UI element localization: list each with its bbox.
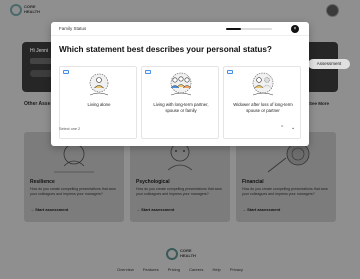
card-title: Financial [242, 179, 264, 185]
progress-bar [226, 28, 272, 30]
footer-logo-text: CORE HEALTH [180, 248, 196, 258]
select-count: 2 [78, 127, 81, 131]
card-description: How do you create compelling presentatio… [136, 187, 222, 196]
footer-link-careers[interactable]: Careers [189, 267, 203, 272]
footer-logo[interactable]: CORE HEALTH [166, 248, 196, 262]
start-assessment-button[interactable]: → Start assessment [136, 207, 174, 212]
family-status-modal: Family Status × Which statement best des… [51, 22, 309, 146]
card-description: How do you create compelling presentatio… [30, 187, 116, 196]
top-bar: CORE HEALTH [0, 0, 360, 22]
footer-link-privacy[interactable]: Privacy [230, 267, 243, 272]
option-label: Living with long-term partner, spouse or… [153, 102, 209, 113]
close-button[interactable]: × [291, 25, 299, 33]
option-widower[interactable]: Widower after loss of long-term spouse o… [223, 66, 301, 139]
footer-link-help[interactable]: Help [212, 267, 220, 272]
close-icon: × [293, 26, 297, 32]
app-logo[interactable]: CORE HEALTH [10, 4, 44, 18]
card-description: How do you create compelling presentatio… [242, 187, 328, 196]
option-label: Living alone [87, 102, 111, 107]
card-title: Resilience [30, 179, 55, 185]
device-frame: CORE HEALTH Hi Jenni Assessment Other As… [0, 0, 360, 279]
footer-link-features[interactable]: Features [143, 267, 159, 272]
footer-links: Overview Features Pricing Careers Help P… [0, 267, 360, 272]
start-assessment-button[interactable]: → Start assessment [242, 207, 280, 212]
person-widower-icon [252, 72, 274, 96]
chevron-up-icon: ⌃ [280, 125, 285, 131]
card-title: Psychological [136, 179, 170, 185]
modal-step-label: Family Status [59, 26, 87, 31]
question-title: Which statement best describes your pers… [59, 45, 272, 54]
hero-assessment-button[interactable]: Assessment [308, 59, 350, 69]
hero-greeting: Hi Jenni [30, 48, 49, 54]
start-assessment-button[interactable]: → Start assessment [30, 207, 68, 212]
select-instruction-text: Select one [59, 127, 77, 131]
section-title: Other Asse [24, 101, 51, 107]
option-checkbox[interactable] [145, 70, 151, 74]
option-living-with-partner[interactable]: Living with long-term partner, spouse or… [141, 66, 219, 139]
people-family-icon [170, 72, 192, 96]
footer: CORE HEALTH [0, 240, 360, 279]
scroll-down-button[interactable]: ⌄ [291, 125, 295, 131]
select-instruction: Select one 2 [59, 127, 80, 131]
modal-header: Family Status × [51, 22, 309, 36]
chevron-down-icon: ⌄ [291, 125, 296, 131]
scroll-up-button[interactable]: ⌃ [280, 125, 284, 131]
start-assessment-label: Start assessment [247, 207, 281, 212]
footer-link-overview[interactable]: Overview [117, 267, 134, 272]
footer-link-pricing[interactable]: Pricing [168, 267, 180, 272]
option-checkbox[interactable] [63, 70, 69, 74]
progress-bar-fill [226, 28, 242, 30]
avatar[interactable] [326, 4, 339, 17]
logo-icon [10, 4, 22, 16]
start-assessment-label: Start assessment [141, 207, 175, 212]
see-more-link[interactable]: See More [309, 101, 329, 106]
logo-text: CORE HEALTH [24, 4, 40, 14]
start-assessment-label: Start assessment [35, 207, 69, 212]
option-label: Widower after loss of long-term spouse o… [233, 102, 293, 113]
person-alone-icon [89, 73, 109, 96]
option-checkbox[interactable] [227, 70, 233, 74]
footer-logo-icon [166, 248, 178, 260]
